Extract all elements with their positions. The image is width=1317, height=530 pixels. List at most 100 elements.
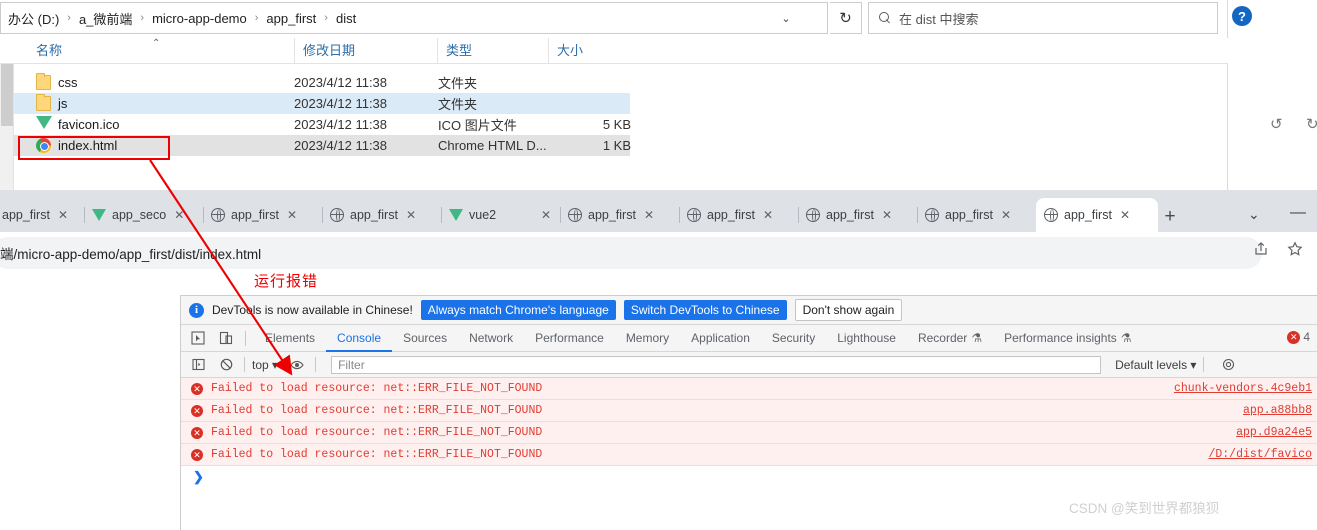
close-icon[interactable]: ✕ (1120, 208, 1130, 222)
close-icon[interactable]: ✕ (541, 208, 551, 222)
tab-elements[interactable]: Elements (254, 325, 326, 352)
table-row[interactable]: favicon.ico 2023/4/12 11:38 ICO 图片文件 5 K… (14, 114, 631, 135)
tab-security[interactable]: Security (761, 325, 826, 352)
breadcrumb-separator: › (324, 12, 328, 24)
console-prompt[interactable]: ❯ (181, 466, 1317, 488)
annotation-label: 运行报错 (254, 273, 319, 290)
console-source-link[interactable]: chunk-vendors.4c9eb1 (1174, 382, 1312, 395)
file-size: 5 KB (602, 117, 631, 132)
tab-recorder[interactable]: Recorder ⚗ (907, 325, 993, 352)
clear-console-icon[interactable] (215, 354, 237, 376)
close-icon[interactable]: ✕ (58, 208, 68, 222)
browser-tab[interactable]: vue2 ✕ (441, 198, 559, 232)
share-icon[interactable] (1253, 241, 1269, 261)
browser-tab[interactable]: app_seco ✕ (84, 198, 202, 232)
browser-tab[interactable]: app_first ✕ (203, 198, 321, 232)
tab-memory[interactable]: Memory (615, 325, 680, 352)
explorer-search-box[interactable]: 在 dist 中搜索 (868, 2, 1218, 34)
chevron-down-icon[interactable]: ⌄ (773, 3, 799, 33)
tab-performance-insights[interactable]: Performance insights ⚗ (993, 325, 1142, 352)
star-icon[interactable] (1287, 241, 1303, 261)
help-icon[interactable]: ? (1232, 6, 1252, 26)
console-error-text: Failed to load resource: net::ERR_FILE_N… (211, 426, 543, 439)
tab-title: vue2 (469, 208, 497, 222)
console-error-row[interactable]: ✕ Failed to load resource: net::ERR_FILE… (181, 444, 1317, 466)
live-expression-icon[interactable] (286, 354, 308, 376)
close-icon[interactable]: ✕ (644, 208, 654, 222)
column-header-name[interactable]: 名称 (28, 38, 294, 64)
console-source-link[interactable]: app.a88bb8 (1243, 404, 1312, 417)
column-header-size[interactable]: 大小 (548, 38, 632, 64)
browser-tab[interactable]: app_first ✕ (0, 198, 74, 232)
console-source-link[interactable]: app.d9a24e5 (1236, 426, 1312, 439)
log-levels-dropdown[interactable]: Default levels ▾ (1115, 358, 1196, 372)
context-selector[interactable]: top ▾ (252, 358, 278, 372)
browser-tab[interactable]: app_first ✕ (917, 198, 1035, 232)
tab-performance[interactable]: Performance (524, 325, 615, 352)
tab-network[interactable]: Network (458, 325, 524, 352)
tab-sources[interactable]: Sources (392, 325, 458, 352)
console-error-row[interactable]: ✕ Failed to load resource: net::ERR_FILE… (181, 400, 1317, 422)
tab-application[interactable]: Application (680, 325, 761, 352)
table-row[interactable]: js 2023/4/12 11:38 文件夹 (14, 93, 630, 114)
close-icon[interactable]: ✕ (1001, 208, 1011, 222)
column-header-type[interactable]: 类型 (437, 38, 548, 64)
device-toggle-icon[interactable] (215, 327, 237, 349)
breadcrumb-item-4[interactable]: dist (333, 9, 359, 28)
table-row[interactable]: css 2023/4/12 11:38 文件夹 (14, 72, 630, 93)
table-row[interactable]: index.html 2023/4/12 11:38 Chrome HTML D… (14, 135, 631, 156)
error-icon: ✕ (191, 382, 203, 395)
tab-console[interactable]: Console (326, 325, 392, 352)
devtools-language-notice: i DevTools is now available in Chinese! … (181, 296, 1317, 325)
undo-icon[interactable]: ↺ (1270, 115, 1283, 133)
tab-lighthouse[interactable]: Lighthouse (826, 325, 907, 352)
console-source-link[interactable]: /D:/dist/favico (1208, 448, 1312, 461)
console-error-row[interactable]: ✕ Failed to load resource: net::ERR_FILE… (181, 422, 1317, 444)
file-size: 1 KB (602, 138, 631, 153)
console-sidebar-icon[interactable] (187, 354, 209, 376)
console-error-text: Failed to load resource: net::ERR_FILE_N… (211, 404, 543, 417)
error-icon: ✕ (191, 404, 203, 417)
inspect-cursor-icon[interactable] (187, 327, 209, 349)
browser-tab[interactable]: app_first ✕ (798, 198, 916, 232)
refresh-button[interactable]: ↻ (830, 2, 862, 34)
breadcrumb-item-2[interactable]: micro-app-demo (149, 9, 250, 28)
browser-tab[interactable]: app_first ✕ (322, 198, 440, 232)
context-selector-label: top (252, 357, 269, 372)
filter-input[interactable]: Filter (331, 355, 1102, 374)
always-match-language-button[interactable]: Always match Chrome's language (420, 300, 616, 320)
notice-text: DevTools is now available in Chinese! (212, 303, 413, 317)
new-tab-button[interactable]: + (1158, 205, 1182, 229)
file-list: css 2023/4/12 11:38 文件夹 js 2023/4/12 11:… (14, 64, 1228, 190)
tab-divider (441, 207, 442, 223)
tab-search-icon[interactable]: ⌄ (1248, 206, 1260, 223)
browser-tabstrip: app_first ✕ app_seco ✕ app_first ✕ app_f… (0, 198, 1317, 232)
minimize-button[interactable]: — (1290, 204, 1306, 222)
browser-tab[interactable]: app_first ✕ (679, 198, 797, 232)
breadcrumb-bar[interactable]: 办公 (D:) › a_微前端 › micro-app-demo › app_f… (0, 2, 828, 34)
explorer-search-placeholder: 在 dist 中搜索 (899, 11, 979, 27)
browser-tab-active[interactable]: app_first ✕ (1036, 198, 1158, 232)
close-icon[interactable]: ✕ (287, 208, 297, 222)
column-header-date[interactable]: 修改日期 (294, 38, 437, 64)
error-count-badge[interactable]: ✕ 4 (1287, 330, 1310, 344)
close-icon[interactable]: ✕ (882, 208, 892, 222)
redo-icon[interactable]: ↻ (1306, 115, 1317, 133)
close-icon[interactable]: ✕ (763, 208, 773, 222)
screenshot-root: 办公 (D:) › a_微前端 › micro-app-demo › app_f… (0, 0, 1317, 530)
file-type: ICO 图片文件 (438, 118, 517, 133)
breadcrumb-item-1[interactable]: a_微前端 (76, 7, 135, 30)
dont-show-again-button[interactable]: Don't show again (794, 299, 903, 321)
breadcrumb-item-0[interactable]: 办公 (D:) (5, 7, 62, 30)
close-icon[interactable]: ✕ (406, 208, 416, 222)
breadcrumb-item-3[interactable]: app_first (263, 9, 319, 28)
file-name: js (58, 96, 68, 111)
close-icon[interactable]: ✕ (174, 208, 184, 222)
console-settings-icon[interactable] (1217, 354, 1239, 376)
browser-tab[interactable]: app_first ✕ (560, 198, 678, 232)
tab-title: app_first (826, 208, 874, 222)
scrollbar-thumb[interactable] (1, 56, 13, 126)
switch-devtools-to-chinese-button[interactable]: Switch DevTools to Chinese (623, 300, 787, 320)
address-bar[interactable]: 端/micro-app-demo/app_first/dist/index.ht… (0, 237, 1262, 269)
console-error-row[interactable]: ✕ Failed to load resource: net::ERR_FILE… (181, 378, 1317, 400)
